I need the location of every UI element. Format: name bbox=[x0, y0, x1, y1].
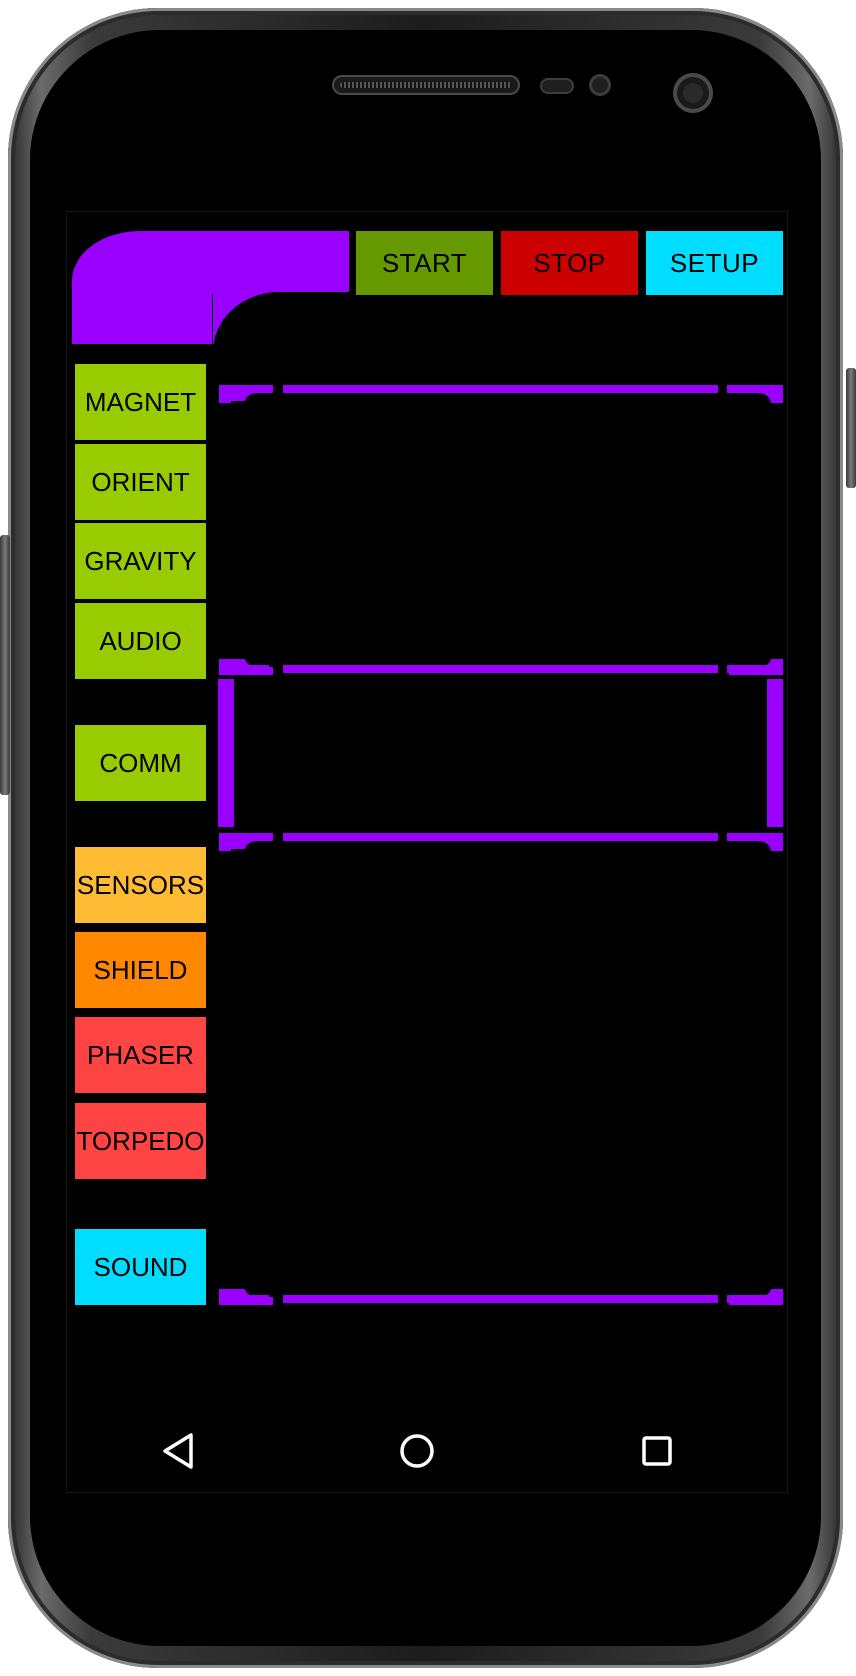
power-button bbox=[846, 368, 856, 488]
torpedo-button[interactable]: TORPEDO bbox=[75, 1103, 206, 1179]
frame-corner bbox=[219, 833, 273, 851]
frame-bar bbox=[283, 665, 718, 673]
frame-corner bbox=[219, 657, 273, 675]
recents-icon[interactable] bbox=[635, 1429, 679, 1473]
lcars-elbow-side bbox=[72, 292, 212, 344]
lcars-elbow bbox=[72, 231, 349, 294]
frame-bar-left bbox=[218, 679, 234, 827]
sound-button[interactable]: SOUND bbox=[75, 1229, 206, 1305]
setup-button[interactable]: SETUP bbox=[646, 231, 783, 295]
volume-button bbox=[0, 535, 10, 795]
frame-corner bbox=[729, 657, 783, 675]
home-icon[interactable] bbox=[395, 1429, 439, 1473]
gravity-button[interactable]: GRAVITY bbox=[75, 523, 206, 599]
phaser-button[interactable]: PHASER bbox=[75, 1017, 206, 1093]
proximity-sensor bbox=[540, 78, 574, 94]
shield-button[interactable]: SHIELD bbox=[75, 932, 206, 1008]
frame-corner bbox=[219, 1287, 273, 1305]
frame-bar bbox=[283, 1295, 718, 1303]
stop-button[interactable]: STOP bbox=[501, 231, 638, 295]
magnet-button[interactable]: MAGNET bbox=[75, 364, 206, 440]
comm-button[interactable]: COMM bbox=[75, 725, 206, 801]
front-camera-icon bbox=[673, 73, 713, 113]
frame-bar bbox=[283, 833, 718, 841]
frame-bar bbox=[283, 385, 718, 393]
frame-corner bbox=[729, 1287, 783, 1305]
start-button[interactable]: START bbox=[356, 231, 493, 295]
navigation-bar bbox=[67, 1407, 787, 1492]
frame-bar-right bbox=[767, 679, 783, 827]
frame-corner bbox=[219, 385, 273, 403]
light-sensor bbox=[589, 74, 611, 96]
frame-corner bbox=[729, 833, 783, 851]
app-screen: START STOP SETUP MAGNET ORIENT GRAVITY A… bbox=[66, 211, 788, 1493]
frame-corner bbox=[729, 385, 783, 403]
audio-button[interactable]: AUDIO bbox=[75, 603, 206, 679]
earpiece-speaker bbox=[332, 75, 520, 95]
back-icon[interactable] bbox=[157, 1429, 201, 1473]
sensors-button[interactable]: SENSORS bbox=[75, 847, 206, 923]
orient-button[interactable]: ORIENT bbox=[75, 444, 206, 520]
